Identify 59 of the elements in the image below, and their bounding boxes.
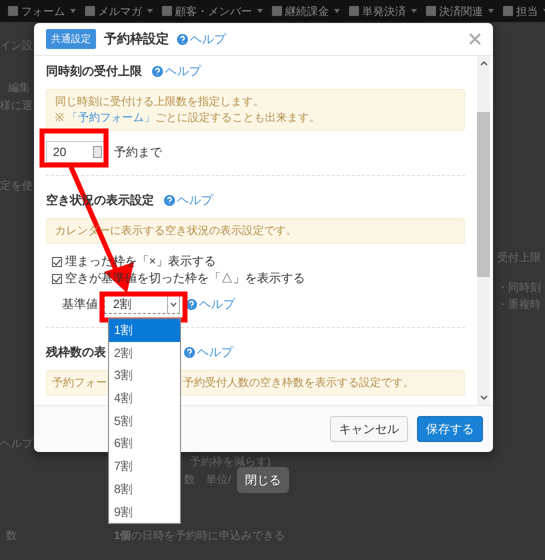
help-icon (152, 66, 163, 76)
dialog-title: 予約枠設定 (104, 30, 169, 48)
help-link[interactable]: ヘルプ (177, 30, 226, 48)
nav-menu-item[interactable]: メルマガ (85, 4, 153, 18)
scroll-up-icon[interactable] (480, 60, 488, 66)
caret-icon (411, 9, 417, 13)
number-field[interactable]: 20 (46, 141, 106, 163)
help-link[interactable]: ヘルプ (184, 344, 233, 360)
save-button[interactable]: 保存する (417, 416, 483, 442)
scroll-down-icon[interactable] (480, 395, 488, 401)
nav-menu-item[interactable]: 顧客・メンバー (162, 4, 263, 18)
select-label: 基準値 (62, 296, 98, 312)
cancel-button[interactable]: キャンセル (330, 416, 408, 442)
menu-icon (162, 6, 172, 16)
menu-icon (426, 6, 436, 16)
dropdown-option[interactable]: 5割 (109, 410, 180, 432)
help-icon (184, 346, 195, 358)
section-title: 残枠数の表 (46, 344, 106, 360)
help-icon (164, 194, 175, 206)
form-link[interactable]: 「予約フォーム」 (67, 110, 156, 126)
dropdown-option[interactable]: 6割 (109, 432, 180, 456)
nav-menu-item[interactable]: 決済関連 (426, 4, 494, 18)
menu-icon (503, 6, 513, 16)
setting-badge: 共通設定 (46, 29, 96, 49)
dropdown-option[interactable]: 9割 (109, 500, 180, 524)
nav-menu-item[interactable]: フォーム (8, 4, 76, 18)
caret-icon (147, 9, 153, 13)
highlight-frame (40, 128, 108, 168)
note-text: 予約フォー (52, 376, 107, 391)
note-text: 同じ時刻に受付ける上限数を指定します。 (55, 94, 265, 110)
menu-icon (8, 6, 18, 16)
note-text: ※ 「予約フォーム」ごとに設定することも出来ます。 (55, 110, 322, 126)
dropdown-option[interactable]: 1割 (109, 319, 180, 342)
help-icon (186, 298, 197, 310)
menu-icon (85, 6, 95, 16)
nav-menu-item[interactable]: 単発決済 (349, 4, 417, 18)
help-link[interactable]: ヘルプ (164, 192, 213, 208)
field-suffix: 予約まで (114, 144, 162, 160)
nav-menu-item[interactable]: 担当 (503, 4, 545, 18)
dropdown-option[interactable]: 7割 (109, 455, 180, 478)
chevron-down-icon (170, 302, 177, 306)
close-tooltip-button[interactable]: 閉じる (237, 467, 289, 493)
caret-icon (70, 9, 76, 13)
help-link[interactable]: ヘルプ (152, 62, 201, 80)
checkbox[interactable] (52, 274, 62, 284)
menu-icon (349, 6, 359, 16)
caret-icon (334, 9, 340, 13)
scrollbar[interactable] (477, 56, 490, 405)
section-title: 同時刻の受付上限 (46, 62, 142, 80)
caret-icon (488, 9, 494, 13)
checkbox[interactable] (52, 256, 62, 266)
help-icon (177, 34, 188, 44)
dropdown-option[interactable]: 8割 (109, 478, 180, 500)
note-text: 予約受付人数の空き枠数を表示する設定です。 (183, 376, 414, 391)
caret-icon (257, 9, 263, 13)
menu-icon (272, 6, 282, 16)
help-link[interactable]: ヘルプ (186, 296, 235, 312)
dropdown-option[interactable]: 2割 (109, 342, 180, 364)
nav-menu-item[interactable]: 継続課金 (272, 4, 340, 18)
